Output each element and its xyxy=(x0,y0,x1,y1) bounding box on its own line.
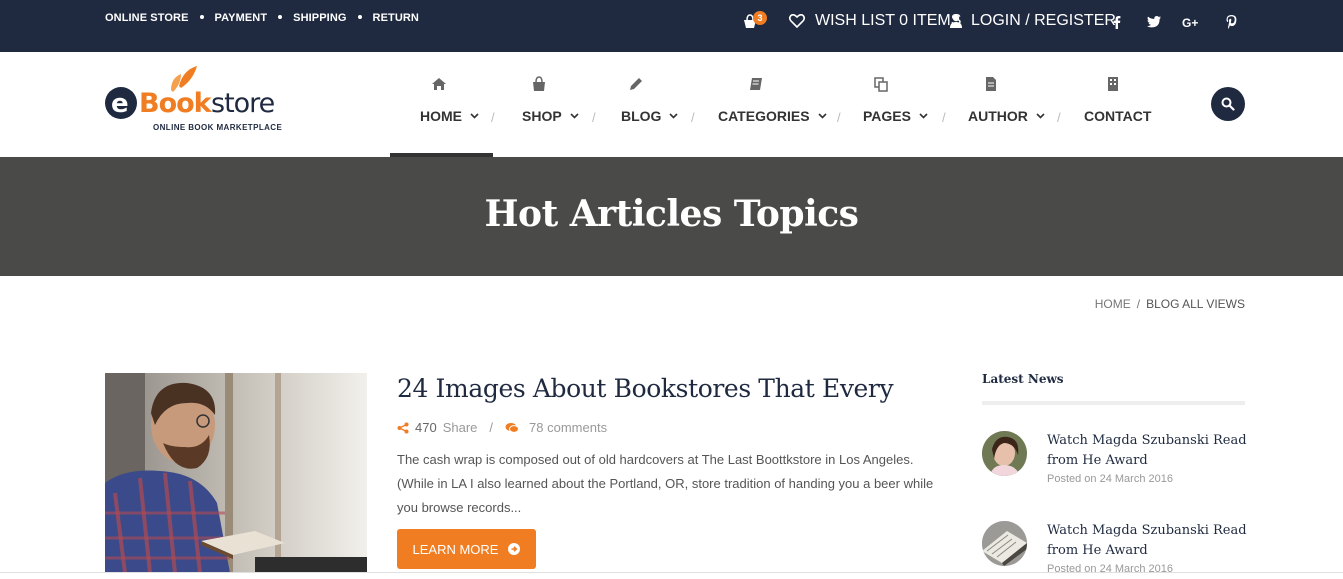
chevron-down-icon xyxy=(817,113,827,119)
news-item[interactable]: Watch Magda Szubanski Read from He Award… xyxy=(982,431,1247,501)
copy-icon xyxy=(874,77,888,92)
news-title[interactable]: Watch Magda Szubanski Read from He Award xyxy=(1047,521,1247,561)
article-image[interactable] xyxy=(105,373,367,573)
nav-label-pages: PAGES xyxy=(863,108,911,124)
pinterest-icon[interactable] xyxy=(1223,14,1239,30)
twitter-icon[interactable] xyxy=(1146,14,1162,30)
topbar-link-shipping[interactable]: SHIPPING xyxy=(293,12,346,24)
news-thumbnail[interactable] xyxy=(982,521,1027,566)
comments-icon xyxy=(505,422,520,433)
chevron-down-icon xyxy=(570,113,579,119)
page-divider xyxy=(0,572,1343,573)
main-navigation: HOME / SHOP / BLOG / CATEGORIES / PAGES … xyxy=(390,52,1165,157)
nav-label-categories: CATEGORIES xyxy=(718,108,810,124)
nav-item-shop[interactable]: / SHOP xyxy=(491,52,592,157)
site-header: e Book store ONLINE BOOK MARKETPLACE HOM… xyxy=(0,52,1343,157)
share-label[interactable]: Share xyxy=(443,420,478,435)
arrow-circle-right-icon xyxy=(508,543,521,555)
ebookstore-logo[interactable]: e Book store ONLINE BOOK MARKETPLACE xyxy=(105,66,295,136)
separator-dot xyxy=(199,14,204,19)
nav-label-home: HOME xyxy=(420,108,462,124)
svg-text:store: store xyxy=(211,88,275,119)
chevron-down-icon xyxy=(1036,113,1045,119)
cart-count-badge: 3 xyxy=(753,11,767,25)
nav-item-blog[interactable]: / BLOG xyxy=(592,52,690,157)
heart-icon xyxy=(789,14,805,28)
page-hero-banner: Hot Articles Topics xyxy=(0,157,1343,276)
shopping-bag-icon xyxy=(533,76,545,91)
news-title[interactable]: Watch Magda Szubanski Read from He Award xyxy=(1047,431,1247,471)
home-icon xyxy=(432,78,446,90)
breadcrumb-separator: / xyxy=(1136,297,1141,311)
separator-dot xyxy=(278,14,283,19)
nav-label-contact: CONTACT xyxy=(1084,108,1152,124)
nav-separator: / xyxy=(1057,110,1061,125)
page-title: Hot Articles Topics xyxy=(484,193,859,235)
chevron-down-icon xyxy=(470,113,479,119)
nav-item-author[interactable]: / AUTHOR xyxy=(938,52,1055,157)
nav-label-blog: BLOG xyxy=(621,108,662,124)
article-meta: 470 Share / 78 comments xyxy=(397,420,607,435)
logo-graphic: e Book store ONLINE BOOK MARKETPLACE xyxy=(105,66,282,132)
news-date: Posted on 24 March 2016 xyxy=(1047,563,1173,575)
meta-separator: / xyxy=(489,420,494,435)
nav-label-shop: SHOP xyxy=(522,108,562,124)
wishlist-link[interactable]: WISH LIST 0 ITEMS xyxy=(789,12,961,30)
separator-dot xyxy=(357,14,362,19)
search-button[interactable] xyxy=(1211,87,1245,121)
nav-item-contact[interactable]: / CONTACT xyxy=(1055,52,1165,157)
nav-separator: / xyxy=(837,110,841,125)
svg-text:ONLINE BOOK MARKETPLACE: ONLINE BOOK MARKETPLACE xyxy=(153,123,282,132)
nav-separator: / xyxy=(691,110,695,125)
facebook-icon[interactable] xyxy=(1109,14,1125,30)
book-icon xyxy=(750,78,762,90)
section-divider xyxy=(982,401,1245,405)
topbar-link-return[interactable]: RETURN xyxy=(373,12,419,24)
svg-text:e: e xyxy=(111,89,129,119)
user-icon xyxy=(950,14,962,28)
topbar-links: ONLINE STORE PAYMENT SHIPPING RETURN xyxy=(105,12,419,24)
chevron-down-icon xyxy=(919,113,928,119)
search-icon xyxy=(1221,97,1235,111)
breadcrumb: HOME / BLOG ALL VIEWS xyxy=(1095,297,1245,311)
share-count: 470 xyxy=(415,420,437,435)
chevron-down-icon xyxy=(669,113,679,119)
nav-separator: / xyxy=(491,110,495,125)
topbar-link-online-store[interactable]: ONLINE STORE xyxy=(105,12,189,24)
nav-item-categories[interactable]: / CATEGORIES xyxy=(690,52,835,157)
learn-more-button[interactable]: LEARN MORE xyxy=(397,529,536,569)
breadcrumb-home[interactable]: HOME xyxy=(1095,297,1131,311)
nav-item-home[interactable]: HOME xyxy=(390,52,493,157)
top-bar: ONLINE STORE PAYMENT SHIPPING RETURN 3 W… xyxy=(0,0,1343,52)
article-title[interactable]: 24 Images About Bookstores That Every xyxy=(397,374,894,403)
svg-text:Book: Book xyxy=(139,88,213,119)
nav-separator: / xyxy=(942,110,946,125)
latest-news-heading: Latest News xyxy=(982,372,1064,386)
login-label: LOGIN / REGISTER xyxy=(971,12,1116,29)
file-icon xyxy=(986,77,996,91)
article-photo xyxy=(105,373,367,573)
nav-item-pages[interactable]: / PAGES xyxy=(835,52,938,157)
breadcrumb-current: BLOG ALL VIEWS xyxy=(1146,297,1245,311)
nav-label-author: AUTHOR xyxy=(968,108,1028,124)
building-icon xyxy=(1108,77,1118,91)
learn-more-label: LEARN MORE xyxy=(412,541,499,557)
pencil-icon xyxy=(630,78,642,90)
topbar-link-payment[interactable]: PAYMENT xyxy=(215,12,268,24)
svg-text:G+: G+ xyxy=(1182,16,1198,29)
cart-button[interactable]: 3 xyxy=(742,10,768,32)
comments-count[interactable]: 78 comments xyxy=(529,420,607,435)
news-thumbnail[interactable] xyxy=(982,431,1027,476)
nav-separator: / xyxy=(592,110,596,125)
share-icon xyxy=(397,422,409,433)
news-item[interactable]: Watch Magda Szubanski Read from He Award… xyxy=(982,521,1247,579)
login-register-link[interactable]: LOGIN / REGISTER xyxy=(949,12,1116,30)
news-date: Posted on 24 March 2016 xyxy=(1047,473,1173,485)
wishlist-label: WISH LIST 0 ITEMS xyxy=(815,12,962,29)
article-excerpt: The cash wrap is composed out of old har… xyxy=(397,452,934,515)
google-plus-icon[interactable]: G+ xyxy=(1182,14,1202,30)
